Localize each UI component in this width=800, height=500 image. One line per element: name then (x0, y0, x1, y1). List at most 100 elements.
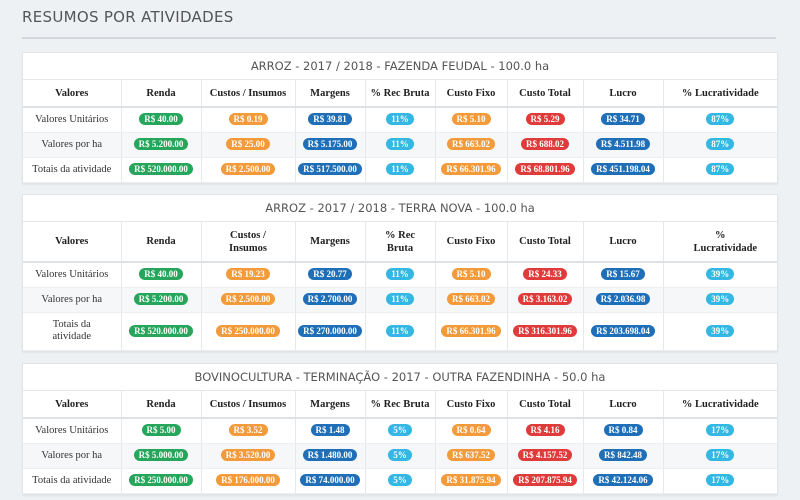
activity-panel-2: ARROZ - 2017 / 2018 - TERRA NOVA - 100.0… (22, 194, 778, 352)
rec-bruta-badge: 11% (386, 113, 414, 126)
custos-badge: R$ 3.520.00 (220, 449, 276, 461)
row-label: Valores por ha (23, 443, 122, 469)
custo-total-badge: R$ 688.02 (521, 138, 569, 150)
header-margens: Margens (295, 391, 366, 419)
lucratividade-badge: 39% (706, 324, 735, 337)
margens-badge: R$ 20.77 (308, 268, 352, 281)
renda-badge: R$ 40.00 (139, 268, 183, 281)
header-custo-total: Custo Total (507, 391, 584, 419)
summary-table: Valores Renda Custos / Insumos Margens %… (23, 391, 777, 494)
table-row: Totais da atividade R$ 520.000.00 R$ 250… (23, 312, 777, 351)
custo-total-badge: R$ 68.801.96 (515, 163, 575, 175)
lucro-badge: R$ 0.84 (603, 424, 643, 437)
header-lucratividade: % Lucratividade (663, 80, 777, 108)
custo-total-badge: R$ 207.875.94 (513, 474, 577, 486)
renda-badge: R$ 40.00 (139, 113, 183, 126)
header-lucratividade: % Lucratividade (663, 391, 777, 419)
header-custo-fixo: Custo Fixo (435, 80, 508, 108)
custos-badge: R$ 19.23 (226, 268, 270, 281)
row-label: Valores por ha (23, 287, 122, 313)
header-valores: Valores (23, 391, 122, 419)
table-row: Valores por ha R$ 5.200.00 R$ 2.500.00 R… (23, 287, 777, 313)
row-label: Valores Unitários (23, 418, 122, 444)
table-header-row: Valores Renda Custos / Insumos Margens %… (23, 222, 777, 263)
rec-bruta-badge: 5% (388, 424, 412, 437)
custo-total-badge: R$ 4.16 (525, 424, 565, 437)
lucro-badge: R$ 203.698.04 (591, 324, 655, 337)
margens-badge: R$ 39.81 (308, 113, 352, 126)
rec-bruta-badge: 11% (386, 268, 414, 281)
custo-fixo-badge: R$ 31.875.94 (441, 474, 501, 486)
activity-panel-3: BOVINOCULTURA - TERMINAÇÃO - 2017 - OUTR… (22, 363, 778, 495)
renda-badge: R$ 520.000.00 (129, 324, 193, 337)
custo-total-badge: R$ 24.33 (523, 268, 567, 281)
margens-badge: R$ 270.000.00 (298, 324, 362, 337)
table-row: Totais da atividade R$ 520.000.00 R$ 2.5… (23, 157, 777, 183)
custo-total-badge: R$ 4.157.52 (517, 449, 573, 461)
custos-badge: R$ 2.500.00 (220, 163, 276, 175)
custos-badge: R$ 25.00 (226, 138, 270, 150)
custos-badge: R$ 176.000.00 (216, 474, 280, 486)
custo-fixo-badge: R$ 5.10 (451, 113, 491, 126)
rec-bruta-badge: 11% (386, 163, 414, 175)
custo-fixo-badge: R$ 66.301.96 (441, 324, 501, 337)
summary-table: Valores Renda Custos / Insumos Margens %… (23, 80, 777, 183)
row-label: Valores por ha (23, 132, 122, 158)
lucratividade-badge: 17% (706, 424, 735, 437)
lucratividade-badge: 39% (706, 293, 735, 305)
header-custos: Custos / Insumos (201, 80, 296, 108)
custos-badge: R$ 2.500.00 (220, 293, 276, 305)
custo-fixo-badge: R$ 663.02 (447, 293, 495, 305)
header-custos: Custos / Insumos (201, 391, 296, 419)
title-divider (22, 37, 776, 39)
custos-badge: R$ 3.52 (228, 424, 268, 437)
summary-table: Valores Renda Custos / Insumos Margens %… (23, 222, 777, 351)
custo-total-badge: R$ 316.301.96 (513, 324, 577, 337)
lucratividade-badge: 39% (706, 268, 735, 281)
rec-bruta-badge: 5% (388, 474, 412, 486)
lucro-badge: R$ 842.48 (599, 449, 647, 461)
row-label: Valores Unitários (23, 107, 122, 133)
renda-badge: R$ 5.200.00 (133, 293, 189, 305)
custo-fixo-badge: R$ 66.301.96 (441, 163, 501, 175)
renda-badge: R$ 250.000.00 (129, 474, 193, 486)
rec-bruta-badge: 5% (388, 449, 412, 461)
margens-badge: R$ 1.480.00 (302, 449, 358, 461)
lucratividade-badge: 87% (706, 113, 735, 126)
margens-badge: R$ 1.48 (310, 424, 350, 437)
custo-fixo-badge: R$ 637.52 (447, 449, 495, 461)
table-header-row: Valores Renda Custos / Insumos Margens %… (23, 80, 777, 108)
header-margens: Margens (295, 222, 366, 263)
header-rec-bruta: % Rec Bruta (365, 80, 436, 108)
table-header-row: Valores Renda Custos / Insumos Margens %… (23, 391, 777, 419)
rec-bruta-badge: 11% (386, 138, 414, 150)
header-lucratividade: % Lucratividade (663, 222, 777, 263)
lucratividade-badge: 17% (706, 449, 735, 461)
row-label: Totais da atividade (23, 157, 122, 183)
panel-title: ARROZ - 2017 / 2018 - FAZENDA FEUDAL - 1… (23, 53, 777, 80)
header-custo-total: Custo Total (507, 80, 584, 108)
custo-total-badge: R$ 5.29 (525, 113, 565, 126)
row-label: Valores Unitários (23, 262, 122, 288)
margens-badge: R$ 5.175.00 (302, 138, 358, 150)
header-lucro: Lucro (583, 391, 664, 419)
header-renda: Renda (121, 391, 202, 419)
header-valores: Valores (23, 222, 122, 263)
lucro-badge: R$ 2.036.98 (595, 293, 651, 305)
header-rec-bruta: % Rec Bruta (365, 222, 436, 263)
rec-bruta-badge: 11% (386, 293, 414, 305)
activity-panel-1: ARROZ - 2017 / 2018 - FAZENDA FEUDAL - 1… (22, 52, 778, 184)
header-rec-bruta: % Rec Bruta (365, 391, 436, 419)
header-custo-fixo: Custo Fixo (435, 222, 508, 263)
lucro-badge: R$ 451.198.04 (591, 163, 655, 175)
rec-bruta-badge: 11% (386, 324, 414, 337)
panel-title: ARROZ - 2017 / 2018 - TERRA NOVA - 100.0… (23, 195, 777, 222)
row-label: Totais da atividade (23, 312, 122, 351)
header-renda: Renda (121, 80, 202, 108)
table-row: Totais da atividade R$ 250.000.00 R$ 176… (23, 468, 777, 494)
lucro-badge: R$ 4.511.98 (595, 138, 651, 150)
lucratividade-badge: 87% (706, 163, 735, 175)
lucro-badge: R$ 15.67 (601, 268, 645, 281)
lucro-badge: R$ 34.71 (601, 113, 645, 126)
lucratividade-badge: 17% (706, 474, 735, 486)
